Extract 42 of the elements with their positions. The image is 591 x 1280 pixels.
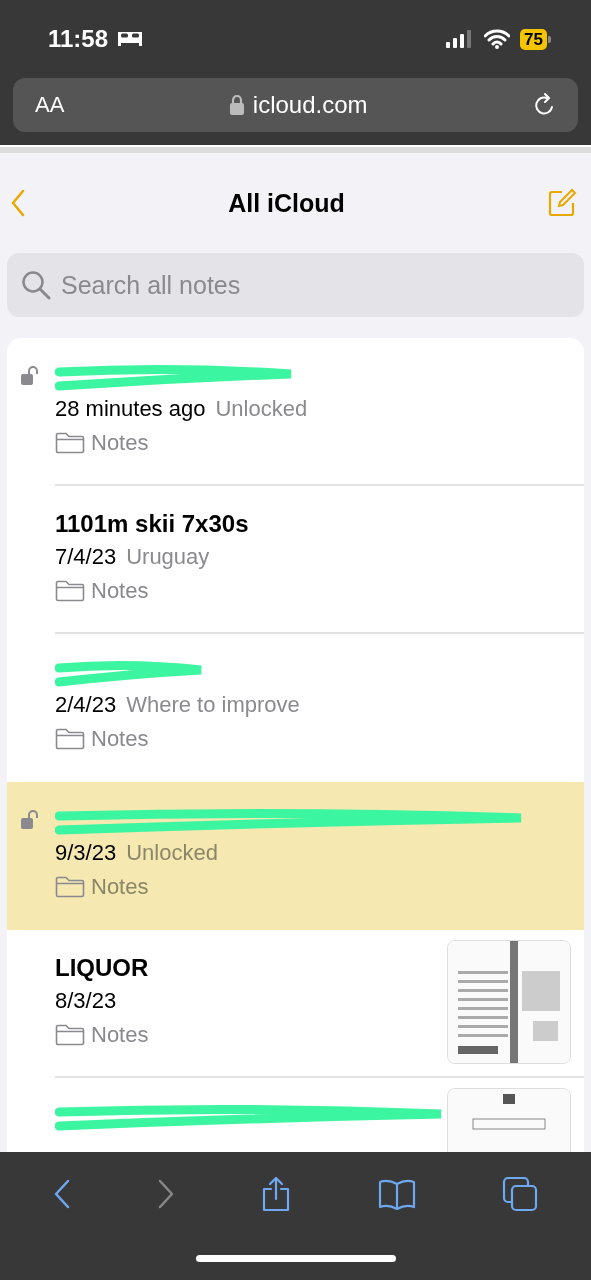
- note-date: 7/4/23: [55, 543, 117, 571]
- folder-icon: [55, 432, 85, 454]
- note-item[interactable]: 2/4/23 Where to improve Notes: [7, 634, 584, 782]
- folder-name: Notes: [91, 577, 149, 605]
- url-text: icloud.com: [252, 91, 368, 119]
- note-item[interactable]: 1101m skii 7x30s 7/4/23 Uruguay Notes: [7, 486, 584, 634]
- forward-icon[interactable]: [157, 1179, 176, 1209]
- share-icon[interactable]: [261, 1176, 292, 1212]
- clock-time: 11:58: [48, 25, 109, 53]
- note-date: 2/4/23: [55, 691, 117, 719]
- note-title: LIQUOR: [55, 953, 150, 983]
- note-item[interactable]: 28 minutes ago Unlocked Notes: [7, 338, 584, 486]
- address-bar[interactable]: AA icloud.com: [13, 78, 578, 132]
- note-snippet: Unlocked: [126, 839, 218, 867]
- page-title: All iCloud: [227, 188, 346, 218]
- note-snippet: Unlocked: [215, 395, 308, 423]
- folder-icon: [55, 580, 85, 602]
- back-icon[interactable]: [53, 1179, 72, 1209]
- search-field[interactable]: Search all notes: [7, 253, 584, 317]
- folder-name: Notes: [91, 725, 149, 753]
- note-title: 1101m skii 7x30s: [55, 509, 250, 539]
- tabs-icon[interactable]: [501, 1176, 538, 1212]
- signal-icon: [446, 30, 473, 48]
- folder-name: Notes: [91, 429, 149, 457]
- note-date: 9/3/23: [55, 839, 117, 867]
- note-snippet: Where to improve: [126, 691, 300, 719]
- note-date: 8/3/23: [55, 987, 117, 1015]
- wifi-icon: [484, 29, 511, 49]
- bookmarks-icon[interactable]: [377, 1178, 416, 1210]
- folder-name: Notes: [91, 1021, 149, 1049]
- folder-icon: [55, 1024, 85, 1046]
- battery-level: 75: [520, 28, 547, 50]
- note-snippet: Uruguay: [126, 543, 210, 571]
- note-item[interactable]: 9/3/23 Unlocked Notes: [7, 782, 584, 930]
- note-item[interactable]: LIQUOR 8/3/23 Notes: [7, 930, 584, 1078]
- bed-icon: [116, 30, 145, 48]
- folder-name: Notes: [91, 873, 149, 901]
- folder-icon: [55, 728, 85, 750]
- lock-icon: [228, 95, 245, 115]
- note-date: 28 minutes ago: [55, 395, 206, 423]
- text-size-button[interactable]: AA: [35, 92, 65, 118]
- folder-icon: [55, 876, 85, 898]
